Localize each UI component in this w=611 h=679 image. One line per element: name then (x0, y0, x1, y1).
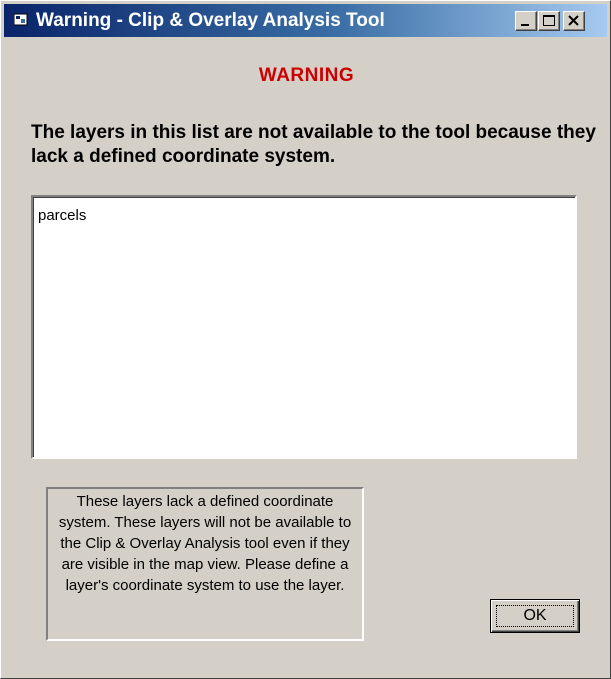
layer-listbox[interactable]: parcels (31, 195, 577, 459)
list-item[interactable]: parcels (33, 197, 575, 224)
app-icon (14, 13, 28, 26)
close-icon (568, 15, 579, 26)
warning-message: The layers in this list are not availabl… (31, 122, 596, 167)
maximize-icon (543, 15, 555, 26)
minimize-button[interactable] (515, 11, 537, 31)
ok-button[interactable]: OK (490, 599, 580, 633)
minimize-icon (521, 24, 529, 26)
title-bar[interactable]: Warning - Clip & Overlay Analysis Tool (4, 4, 607, 37)
maximize-button[interactable] (538, 11, 560, 31)
ok-button-label: OK (523, 607, 547, 624)
close-button[interactable] (563, 11, 585, 31)
window-title: Warning - Clip & Overlay Analysis Tool (36, 10, 385, 31)
dialog-window: Warning - Clip & Overlay Analysis Tool W… (0, 0, 611, 679)
warning-heading: WARNING (258, 65, 355, 86)
info-text-box: These layers lack a defined coordinate s… (46, 487, 364, 641)
